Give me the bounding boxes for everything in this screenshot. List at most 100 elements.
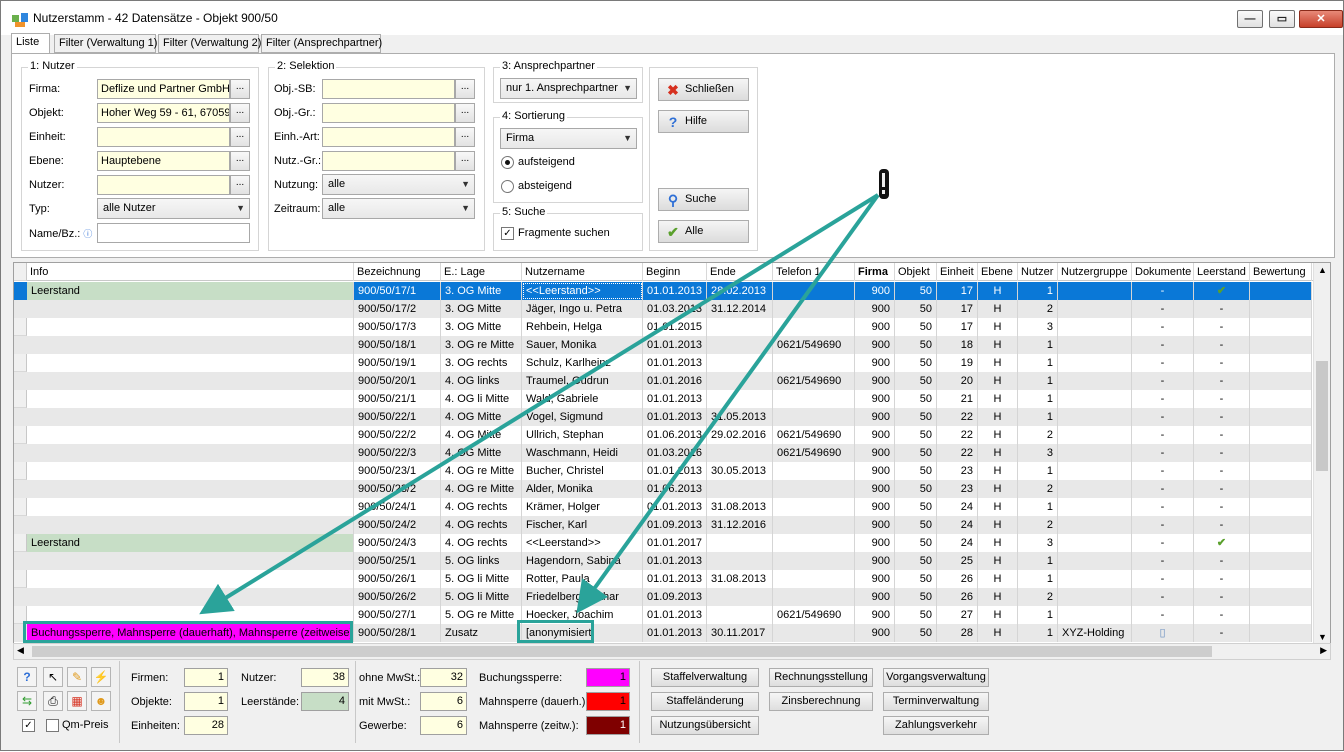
einhart-browse-button[interactable]: ... [455,127,475,147]
table-row[interactable]: 900/50/21/1 4. OG li Mitte Wald, Gabriele 0… [14,390,1312,408]
column-header-nutzer[interactable]: Nutzer [1018,263,1058,281]
firma-browse-button[interactable]: ... [230,79,250,99]
objekt-browse-button[interactable]: ... [230,103,250,123]
column-header-bewertung[interactable]: Bewertung [1250,263,1312,281]
data-grid[interactable]: Info Bezeichnung E.: Lage Nutzername Beginn E… [13,262,1331,644]
zinsberechnung-button[interactable]: Zinsberechnung [769,692,873,711]
horizontal-scroll-thumb[interactable] [32,646,1212,657]
table-row[interactable]: 900/50/22/1 4. OG Mitte Vogel, Sigmund 01.0… [14,408,1312,426]
firma-field[interactable]: Deflize und Partner GmbH [97,79,230,99]
nutzer-browse-button[interactable]: ... [230,175,250,195]
column-header-leerstand[interactable]: Leerstand [1194,263,1250,281]
table-row[interactable]: 900/50/25/1 5. OG links Hagendorn, Sabina 0… [14,552,1312,570]
terminverwaltung-button[interactable]: Terminverwaltung [883,692,989,711]
column-header-dokumente[interactable]: Dokumente [1132,263,1194,281]
hilfe-button[interactable]: ? Hilfe [658,110,749,133]
table-row[interactable]: 900/50/26/2 5. OG li Mitte Friedelberg, Lo… [14,588,1312,606]
table-row[interactable]: 900/50/20/1 4. OG links Traumel, Gudrun 01.… [14,372,1312,390]
table-row[interactable]: 900/50/17/3 3. OG Mitte Rehbein, Helga 01.0… [14,318,1312,336]
aufsteigend-radio[interactable] [501,156,514,169]
ebene-browse-button[interactable]: ... [230,151,250,171]
column-header-e-lage[interactable]: E.: Lage [441,263,522,281]
document-icon[interactable]: ▯ [1159,627,1165,639]
table-row[interactable]: Leerstand 900/50/17/1 3. OG Mitte <<Leersta… [14,282,1312,300]
table-row[interactable]: 900/50/26/1 5. OG li Mitte Rotter, Paula 01… [14,570,1312,588]
typ-select[interactable]: alle Nutzer ▼ [97,198,250,219]
objsb-browse-button[interactable]: ... [455,79,475,99]
table-row[interactable]: 900/50/23/2 4. OG re Mitte Alder, Monika 01… [14,480,1312,498]
column-header-objekt[interactable]: Objekt [895,263,937,281]
help-icon[interactable]: ? [17,667,37,687]
einheit-field[interactable] [97,127,230,147]
bottom-checkbox[interactable]: ✓ [22,719,35,732]
objsb-field[interactable] [322,79,455,99]
zahlungsverkehr-button[interactable]: Zahlungsverkehr [883,716,989,735]
lightning-icon[interactable]: ⚡ [91,667,111,687]
column-header-telefon-1[interactable]: Telefon 1 [773,263,855,281]
column-header-info[interactable]: Info [27,263,354,281]
minimize-button[interactable]: — [1237,10,1263,28]
scroll-left-icon[interactable]: ◀ [17,645,24,656]
objgr-browse-button[interactable]: ... [455,103,475,123]
table-row[interactable]: 900/50/22/2 4. OG Mitte Ullrich, Stephan 01… [14,426,1312,444]
export-icon[interactable]: ▦ [67,691,87,711]
tab-filter-verwaltung-1[interactable]: Filter (Verwaltung 1) [54,34,157,53]
users-icon[interactable]: ☻ [91,691,111,711]
alle-button[interactable]: ✔ Alle [658,220,749,243]
rechnungsstellung-button[interactable]: Rechnungsstellung [769,668,873,687]
absteigend-label[interactable]: absteigend [518,180,572,192]
column-header-einheit[interactable]: Einheit [937,263,978,281]
column-header-ebene[interactable]: Ebene [978,263,1018,281]
column-header-ende[interactable]: Ende [707,263,773,281]
schliessen-button[interactable]: ✖ Schließen [658,78,749,101]
column-header-beginn[interactable]: Beginn [643,263,707,281]
close-window-button[interactable]: ✕ [1299,10,1343,28]
table-row[interactable]: 900/50/19/1 3. OG rechts Schulz, Karlheinz… [14,354,1312,372]
namebz-input[interactable] [97,223,250,243]
vorgangsverwaltung-button[interactable]: Vorgangsverwaltung [883,668,989,687]
scroll-up-icon[interactable]: ▲ [1318,265,1327,275]
table-row[interactable]: 900/50/24/1 4. OG rechts Krämer, Holger 01.… [14,498,1312,516]
pencil-icon[interactable]: ✎ [67,667,87,687]
tab-filter-ansprechpartner[interactable]: Filter (Ansprechpartner) [261,34,382,53]
scroll-down-icon[interactable]: ▼ [1318,632,1327,642]
maximize-button[interactable]: ▭ [1269,10,1295,28]
objgr-field[interactable] [322,103,455,123]
einheit-browse-button[interactable]: ... [230,127,250,147]
objekt-field[interactable]: Hoher Weg 59 - 61, 67059 [97,103,230,123]
table-row[interactable]: Leerstand 900/50/24/3 4. OG rechts <<Leerst… [14,534,1312,552]
qm-preis-checkbox[interactable] [46,719,59,732]
staffelverwaltung-button[interactable]: Staffelverwaltung [651,668,759,687]
fragmente-label[interactable]: Fragmente suchen [518,227,610,239]
qm-preis-label[interactable]: Qm-Preis [62,719,108,731]
fragmente-checkbox[interactable]: ✓ [501,227,514,240]
einhart-field[interactable] [322,127,455,147]
pointer-icon[interactable]: ↖ [43,667,63,687]
ansprechpartner-select[interactable]: nur 1. Ansprechpartner ▼ [500,78,637,99]
nutzungsuebersicht-button[interactable]: Nutzungsübersicht [651,716,759,735]
nutzer-field[interactable] [97,175,230,195]
table-row[interactable]: 900/50/23/1 4. OG re Mitte Bucher, Christe… [14,462,1312,480]
print-icon[interactable]: ⎙ [43,691,63,711]
tab-liste[interactable]: Liste [11,33,50,54]
column-header-nutzergruppe[interactable]: Nutzergruppe [1058,263,1132,281]
tab-filter-verwaltung-2[interactable]: Filter (Verwaltung 2) [158,34,261,53]
aufsteigend-label[interactable]: aufsteigend [518,156,575,168]
nutzgr-browse-button[interactable]: ... [455,151,475,171]
info-icon[interactable]: ⓘ [83,229,92,239]
sortierung-select[interactable]: Firma ▼ [500,128,637,149]
zeitraum-select[interactable]: alle ▼ [322,198,475,219]
vertical-scroll-thumb[interactable] [1316,361,1328,471]
column-header-nutzername[interactable]: Nutzername [522,263,643,281]
table-row[interactable]: 900/50/22/3 4. OG Mitte Waschmann, Heidi 01… [14,444,1312,462]
refresh-icon[interactable]: ⇆ [17,691,37,711]
nutzung-select[interactable]: alle ▼ [322,174,475,195]
suche-button[interactable]: ⚲ Suche [658,188,749,211]
nutzgr-field[interactable] [322,151,455,171]
horizontal-scrollbar[interactable]: ◀ ▶ [13,643,1331,660]
table-row[interactable]: 900/50/17/2 3. OG Mitte Jäger, Ingo u. Pet… [14,300,1312,318]
absteigend-radio[interactable] [501,180,514,193]
column-header-firma[interactable]: Firma [855,263,895,281]
vertical-scrollbar[interactable]: ▲ ▼ [1313,263,1330,643]
staffelaenderung-button[interactable]: Staffeländerung [651,692,759,711]
